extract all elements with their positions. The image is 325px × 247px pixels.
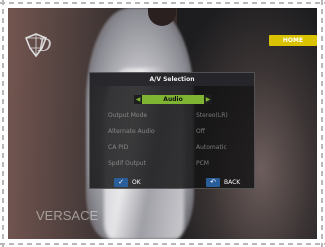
row-value: Off — [196, 128, 205, 135]
check-icon: ✓ — [114, 177, 128, 187]
frame-border-right — [321, 0, 323, 247]
av-selection-dialog: A/V Selection ◀ Audio ▶ Output Mode Ster… — [89, 72, 255, 189]
frame-border-top — [0, 2, 325, 4]
back-button[interactable]: ↶ BACK — [206, 177, 240, 187]
right-arrow-icon[interactable]: ▶ — [204, 95, 212, 104]
channel-badge: HOME — [269, 35, 317, 46]
row-value: PCM — [196, 160, 209, 167]
ok-button[interactable]: ✓ OK — [114, 177, 141, 187]
frame-border-bottom — [0, 243, 325, 245]
ok-label: OK — [132, 178, 141, 186]
row-value: Stereo(LR) — [196, 112, 228, 119]
channel-logo-text: D — [38, 36, 52, 56]
left-arrow-icon[interactable]: ◀ — [134, 95, 142, 104]
back-label: BACK — [224, 178, 241, 186]
row-label: CA PID — [108, 144, 129, 151]
row-label: Alternate Audio — [108, 128, 155, 135]
row-label: Spdif Output — [108, 160, 146, 167]
back-arrow-icon: ↶ — [206, 177, 220, 187]
tv-screen: D HOME VERSACE A/V Selection ◀ Audio ▶ O… — [8, 8, 317, 239]
row-label: Output Mode — [108, 112, 148, 119]
row-value: Automatic — [196, 144, 227, 151]
frame-border-left — [2, 0, 4, 247]
video-watermark: VERSACE — [36, 208, 99, 223]
dialog-title: A/V Selection — [90, 73, 254, 86]
screenshot-frame: D HOME VERSACE A/V Selection ◀ Audio ▶ O… — [0, 0, 325, 247]
selector-value: Audio — [163, 96, 183, 103]
audio-selector[interactable]: ◀ Audio ▶ — [134, 95, 212, 104]
